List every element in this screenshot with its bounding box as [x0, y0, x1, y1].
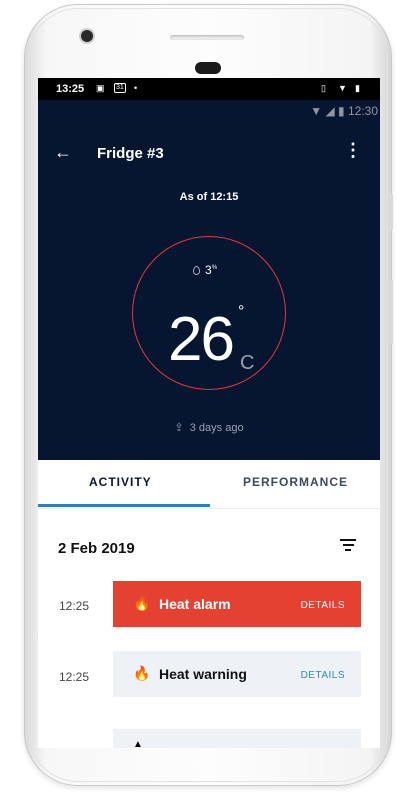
degree-symbol: ° — [238, 303, 245, 320]
heat-alarm-card[interactable]: 🔥 Heat alarm DETAILS — [113, 581, 361, 627]
tab-performance[interactable]: PERFORMANCE — [243, 475, 348, 489]
activity-date: 2 Feb 2019 — [58, 540, 135, 557]
more-options-icon[interactable]: ⋮ — [344, 140, 362, 161]
flame-icon: 🔥 — [133, 665, 151, 681]
last-upload: ⇪ 3 days ago — [38, 421, 380, 434]
device-time: 13:25 — [56, 83, 85, 95]
last-upload-label: 3 days ago — [189, 422, 244, 434]
flame-icon: 🔥 — [133, 595, 151, 611]
humidity-value: 3 — [205, 263, 212, 277]
toolbar: ← Fridge #3 ⋮ — [38, 140, 380, 176]
flame-icon: ▲ — [133, 739, 143, 748]
heat-warning-card[interactable]: 🔥 Heat warning DETAILS — [113, 651, 361, 697]
front-camera — [81, 30, 93, 42]
dot-icon: • — [134, 83, 138, 93]
temperature-unit: C — [240, 352, 255, 374]
humidity-readout: 3% — [193, 263, 217, 277]
as-of-label: As of 12:15 — [179, 191, 239, 203]
event-label: Heat warning — [159, 666, 247, 682]
tab-bar: ACTIVITY PERFORMANCE — [38, 460, 380, 509]
event-label: Heat alarm — [159, 596, 231, 612]
device-status-bar: 13:25 ▣ 31 • ▯ ▼ ▮ — [38, 78, 380, 100]
vibrate-icon: ▯ — [321, 83, 326, 93]
tab-activity[interactable]: ACTIVITY — [89, 475, 152, 489]
signal-icon: ◢ — [325, 104, 335, 118]
earpiece-speaker — [170, 35, 244, 40]
event-time: 12:25 — [59, 670, 90, 684]
page-title: Fridge #3 — [97, 145, 164, 162]
event-time: 12:25 — [59, 599, 90, 613]
power-button — [390, 280, 393, 344]
event-card-partial[interactable]: ▲ — [113, 729, 361, 748]
app-status-bar: ▼ ◢ ▮ 12:30 — [310, 104, 378, 118]
battery-icon: ▮ — [355, 83, 360, 93]
active-tab-indicator — [38, 504, 210, 507]
upload-icon: ⇪ — [174, 422, 184, 434]
app-status-time: 12:30 — [347, 104, 378, 118]
reading-panel: ▼ ◢ ▮ 12:30 ← Fridge #3 ⋮ As of 12:15 3%… — [38, 100, 380, 460]
back-arrow-icon[interactable]: ← — [54, 142, 72, 163]
calendar-icon: 31 — [114, 83, 126, 93]
humidity-drop-icon — [193, 266, 200, 275]
wifi-icon: ▼ — [338, 83, 347, 93]
wifi-icon: ▼ — [310, 104, 323, 118]
volume-button — [390, 194, 393, 230]
details-link[interactable]: DETAILS — [301, 600, 345, 611]
proximity-sensor — [195, 62, 221, 74]
app-screen: 13:25 ▣ 31 • ▯ ▼ ▮ ▼ ◢ ▮ 12:30 ← Fridge … — [38, 78, 380, 748]
filter-icon[interactable] — [340, 539, 356, 553]
temperature-value: 26 — [168, 305, 235, 374]
phone-chin — [38, 748, 382, 778]
details-link[interactable]: DETAILS — [301, 670, 345, 681]
battery-icon: ▮ — [338, 104, 345, 118]
humidity-unit: % — [211, 265, 218, 271]
image-icon: ▣ — [96, 83, 105, 93]
